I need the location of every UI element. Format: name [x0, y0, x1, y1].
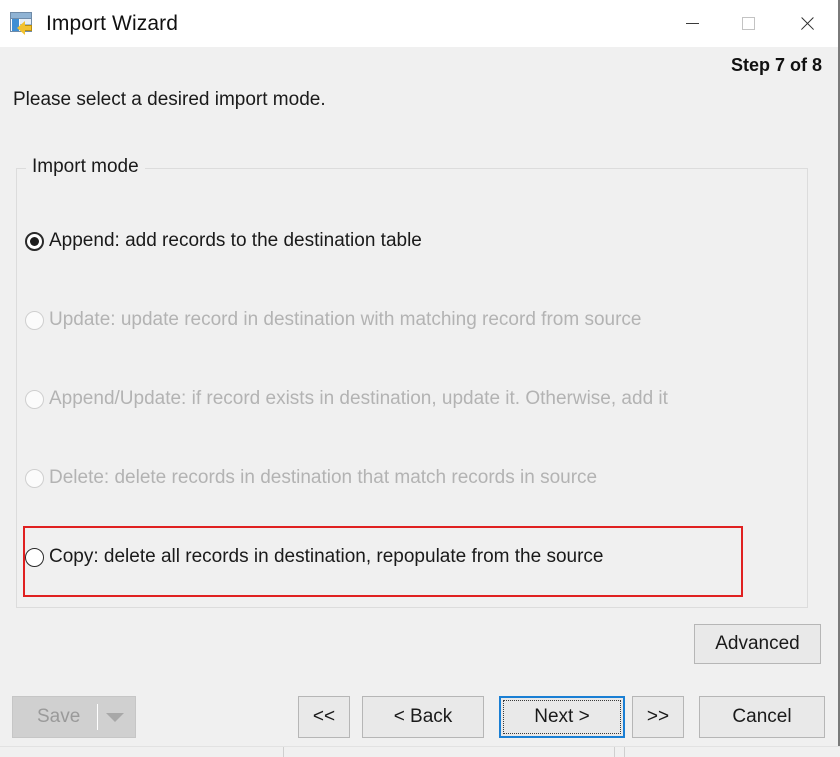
instruction-text: Please select a desired import mode. [13, 89, 326, 110]
radio-label-append-update: Append/Update: if record exists in desti… [49, 388, 668, 409]
minimize-button[interactable] [664, 0, 720, 47]
radio-option-append-update: Append/Update: if record exists in desti… [25, 379, 668, 419]
save-separator [97, 704, 98, 730]
radio-option-copy[interactable]: Copy: delete all records in destination,… [25, 537, 603, 577]
next-button-label: Next > [534, 706, 590, 727]
back-button[interactable]: < Back [362, 696, 484, 738]
window-controls [664, 0, 838, 47]
last-page-button[interactable]: >> [632, 696, 684, 738]
radio-label-update: Update: update record in destination wit… [49, 309, 642, 330]
wizard-footer: Save << < Back Next > >> Cancel [0, 685, 840, 757]
next-button[interactable]: Next > [499, 696, 625, 738]
radio-icon-copy[interactable] [25, 547, 44, 567]
advanced-button[interactable]: Advanced [694, 624, 821, 664]
radio-option-delete: Delete: delete records in destination th… [25, 458, 597, 498]
wizard-body: Import mode Append: add records to the d… [0, 128, 838, 685]
wizard-header: Step 7 of 8 Please select a desired impo… [0, 47, 838, 128]
import-mode-groupbox: Import mode Append: add records to the d… [16, 156, 808, 608]
maximize-icon [741, 17, 755, 30]
import-mode-radio-group: Append: add records to the destination t… [17, 169, 807, 607]
chevron-down-icon[interactable] [106, 713, 124, 722]
import-table-icon [10, 11, 36, 36]
radio-option-update: Update: update record in destination wit… [25, 300, 641, 340]
maximize-button[interactable] [720, 0, 776, 47]
radio-label-copy: Copy: delete all records in destination,… [49, 546, 604, 567]
strip-divider [283, 747, 284, 757]
radio-icon-update [25, 310, 44, 330]
step-indicator: Step 7 of 8 [730, 55, 822, 75]
save-button-label: Save [37, 706, 81, 727]
minimize-icon [685, 23, 699, 24]
first-page-button[interactable]: << [298, 696, 350, 738]
window-title: Import Wizard [46, 11, 178, 35]
import-wizard-window: Import Wizard Step 7 of 8 Please select … [0, 0, 840, 757]
title-bar: Import Wizard [0, 0, 838, 47]
radio-icon-delete [25, 468, 44, 488]
close-icon [799, 16, 815, 32]
strip-divider [624, 747, 625, 757]
cancel-button[interactable]: Cancel [699, 696, 825, 738]
radio-icon-append[interactable] [25, 231, 44, 251]
radio-icon-append-update [25, 389, 44, 409]
save-button[interactable]: Save [12, 696, 136, 738]
close-button[interactable] [776, 0, 838, 47]
radio-option-append[interactable]: Append: add records to the destination t… [25, 221, 422, 261]
strip-divider [614, 747, 615, 757]
radio-label-delete: Delete: delete records in destination th… [49, 467, 598, 488]
radio-label-append: Append: add records to the destination t… [49, 230, 422, 251]
window-bottom-strip [0, 746, 840, 757]
